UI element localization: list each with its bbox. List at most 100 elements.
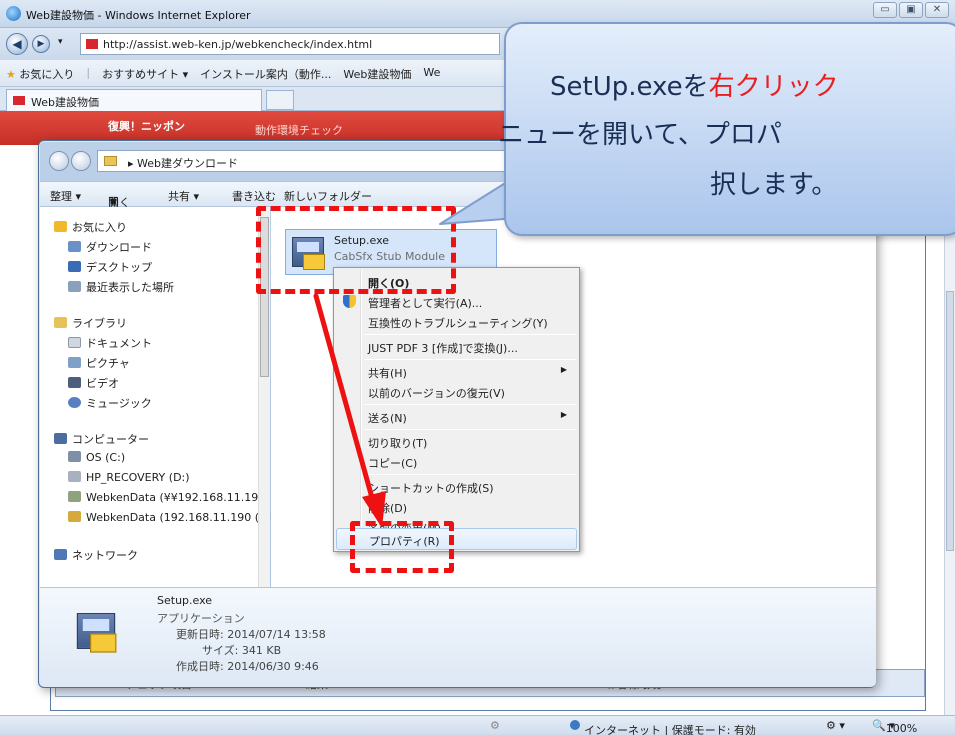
nav-pictures[interactable]: ピクチャ xyxy=(68,355,130,373)
organize-button[interactable]: 整理 ▾ xyxy=(50,188,81,204)
menu-item-cut[interactable]: 切り取り(T) xyxy=(336,431,577,453)
menu-item-restore-versions[interactable]: 以前のバージョンの復元(V) xyxy=(336,381,577,403)
scrollbar-thumb[interactable] xyxy=(946,291,954,551)
callout-line-3: 択します。 xyxy=(710,170,838,200)
nav-downloads[interactable]: ダウンロード xyxy=(68,239,152,257)
menu-separator xyxy=(364,404,576,405)
ie-status-bar: ⚙ インターネット | 保護モード: 有効 ⚙ ▾ 🔍 100% ▾ xyxy=(0,715,955,735)
computer-icon xyxy=(54,433,67,444)
details-file-type: アプリケーション xyxy=(157,612,245,625)
nav-drive-d[interactable]: HP_RECOVERY (D:) xyxy=(68,471,190,489)
tab-label: Web建設物価 xyxy=(31,96,99,109)
network-icon xyxy=(54,549,67,560)
new-folder-button[interactable]: 新しいフォルダー xyxy=(284,188,372,204)
nav-libraries[interactable]: ライブラリ xyxy=(54,315,127,333)
download-folder-icon xyxy=(68,241,81,252)
submenu-arrow-icon: ▶ xyxy=(560,365,567,374)
status-security-icon: ⚙ xyxy=(490,719,500,732)
menu-separator xyxy=(364,429,576,430)
menu-item-share[interactable]: 共有(H) ▶ xyxy=(336,361,577,383)
network-drive-icon xyxy=(68,491,81,502)
nav-favorites[interactable]: お気に入り xyxy=(54,219,127,237)
nav-network[interactable]: ネットワーク xyxy=(54,547,138,565)
menu-item-copy[interactable]: コピー(C) xyxy=(336,451,577,473)
details-created: 作成日時: 2014/06/30 9:46 xyxy=(176,660,319,673)
menu-item-delete[interactable]: 削除(D) xyxy=(336,496,577,518)
callout-line-2: ニューを開いて、プロパ xyxy=(498,120,782,150)
menu-item-send-to[interactable]: 送る(N) ▶ xyxy=(336,406,577,428)
favorites-button[interactable]: ★ お気に入り xyxy=(6,66,74,82)
address-input[interactable]: http://assist.web-ken.jp/webkencheck/ind… xyxy=(80,33,500,55)
maximize-button[interactable]: ▣ xyxy=(899,2,923,18)
share-button[interactable]: 共有 ▾ xyxy=(168,188,199,204)
menu-separator xyxy=(364,334,576,335)
nav-desktop[interactable]: デスクトップ xyxy=(68,259,152,277)
status-settings-dropdown[interactable]: ⚙ ▾ xyxy=(826,719,845,732)
ie-icon xyxy=(6,6,21,21)
fav-item-suggested[interactable]: おすすめサイト ▾ xyxy=(102,66,188,82)
details-modified: 更新日時: 2014/07/14 13:58 xyxy=(176,628,326,641)
burn-button[interactable]: 書き込む xyxy=(232,188,276,204)
desktop-icon xyxy=(68,261,81,272)
callout-line-1: SetUp.exeを右クリック xyxy=(550,72,839,102)
drive-icon xyxy=(68,471,81,482)
star-icon: ★ xyxy=(6,68,16,81)
divider: | xyxy=(86,66,91,79)
folder-icon xyxy=(104,156,117,166)
status-zone: インターネット | 保護モード: 有効 xyxy=(570,719,756,735)
menu-item-just-pdf[interactable]: JUST PDF 3 [作成]で変換(J)... xyxy=(336,336,577,358)
network-drive-icon xyxy=(68,511,81,522)
nav-network-drive-2[interactable]: WebkenData (192.168.11.190 (WI xyxy=(68,511,273,529)
nav-documents[interactable]: ドキュメント xyxy=(68,335,152,353)
library-icon xyxy=(54,317,67,328)
breadcrumb-text: ▸ Web建ダウンロード xyxy=(128,157,239,170)
details-pane: Setup.exe アプリケーション 更新日時: 2014/07/14 13:5… xyxy=(40,587,876,687)
nav-drive-c[interactable]: OS (C:) xyxy=(68,451,125,469)
menu-item-create-shortcut[interactable]: ショートカットの作成(S) xyxy=(336,476,577,498)
site-favicon-icon xyxy=(86,39,98,49)
highlight-setup-exe xyxy=(256,206,456,294)
banner-check-link[interactable]: 動作環境チェック xyxy=(255,122,343,138)
zoom-control[interactable]: 🔍 100% ▾ xyxy=(872,719,917,735)
favorites-label: お気に入り xyxy=(19,68,75,81)
window-controls: ▭ ▣ ✕ xyxy=(873,2,949,18)
breadcrumb[interactable]: ▸ Web建ダウンロード xyxy=(97,150,537,172)
document-icon xyxy=(68,337,81,348)
drive-icon xyxy=(68,451,81,462)
globe-icon xyxy=(570,720,580,730)
explorer-forward-icon[interactable] xyxy=(71,151,91,171)
explorer-back-icon[interactable] xyxy=(49,151,69,171)
history-dropdown-icon[interactable]: ▾ xyxy=(58,37,63,47)
details-file-name: Setup.exe xyxy=(157,594,213,607)
submenu-arrow-icon: ▶ xyxy=(560,410,567,419)
fav-item-we[interactable]: We xyxy=(423,66,440,82)
menu-item-run-as-admin[interactable]: 管理者として実行(A)... xyxy=(336,291,577,313)
navigation-pane: お気に入り ダウンロード デスクトップ 最近表示した場所 ライブラリ ドキュメン… xyxy=(40,207,273,587)
nav-network-drive-1[interactable]: WebkenData (¥¥192.168.11.190) xyxy=(68,491,270,509)
highlight-properties xyxy=(350,521,454,573)
menu-item-troubleshoot[interactable]: 互換性のトラブルシューティング(Y) xyxy=(336,311,577,333)
nav-recent[interactable]: 最近表示した場所 xyxy=(68,279,174,297)
instruction-callout: SetUp.exeを右クリック ニューを開いて、プロパ 択します。 xyxy=(498,22,955,236)
fav-item-install[interactable]: インストール案内（動作... xyxy=(200,66,331,82)
nav-computer[interactable]: コンピューター xyxy=(54,431,149,449)
picture-icon xyxy=(68,357,81,368)
details-size: サイズ: 341 KB xyxy=(202,644,282,657)
fav-item-webken[interactable]: Web建設物価 xyxy=(343,66,411,82)
back-arrow-icon[interactable]: ◀ xyxy=(6,33,28,55)
url-text: http://assist.web-ken.jp/webkencheck/ind… xyxy=(103,38,373,51)
nav-music[interactable]: ミュージック xyxy=(68,395,152,413)
tab-webken[interactable]: Web建設物価 xyxy=(6,89,262,111)
menu-separator xyxy=(364,359,576,360)
music-icon xyxy=(68,397,81,408)
application-icon xyxy=(76,613,117,653)
window-title: Web建設物価 - Windows Internet Explorer xyxy=(26,9,251,22)
close-button[interactable]: ✕ xyxy=(925,2,949,18)
nav-videos[interactable]: ビデオ xyxy=(68,375,119,393)
forward-arrow-icon[interactable]: ▶ xyxy=(32,35,50,53)
minimize-button[interactable]: ▭ xyxy=(873,2,897,18)
recent-places-icon xyxy=(68,281,81,292)
menu-separator xyxy=(364,474,576,475)
new-tab-button[interactable] xyxy=(266,90,294,110)
video-icon xyxy=(68,377,81,388)
